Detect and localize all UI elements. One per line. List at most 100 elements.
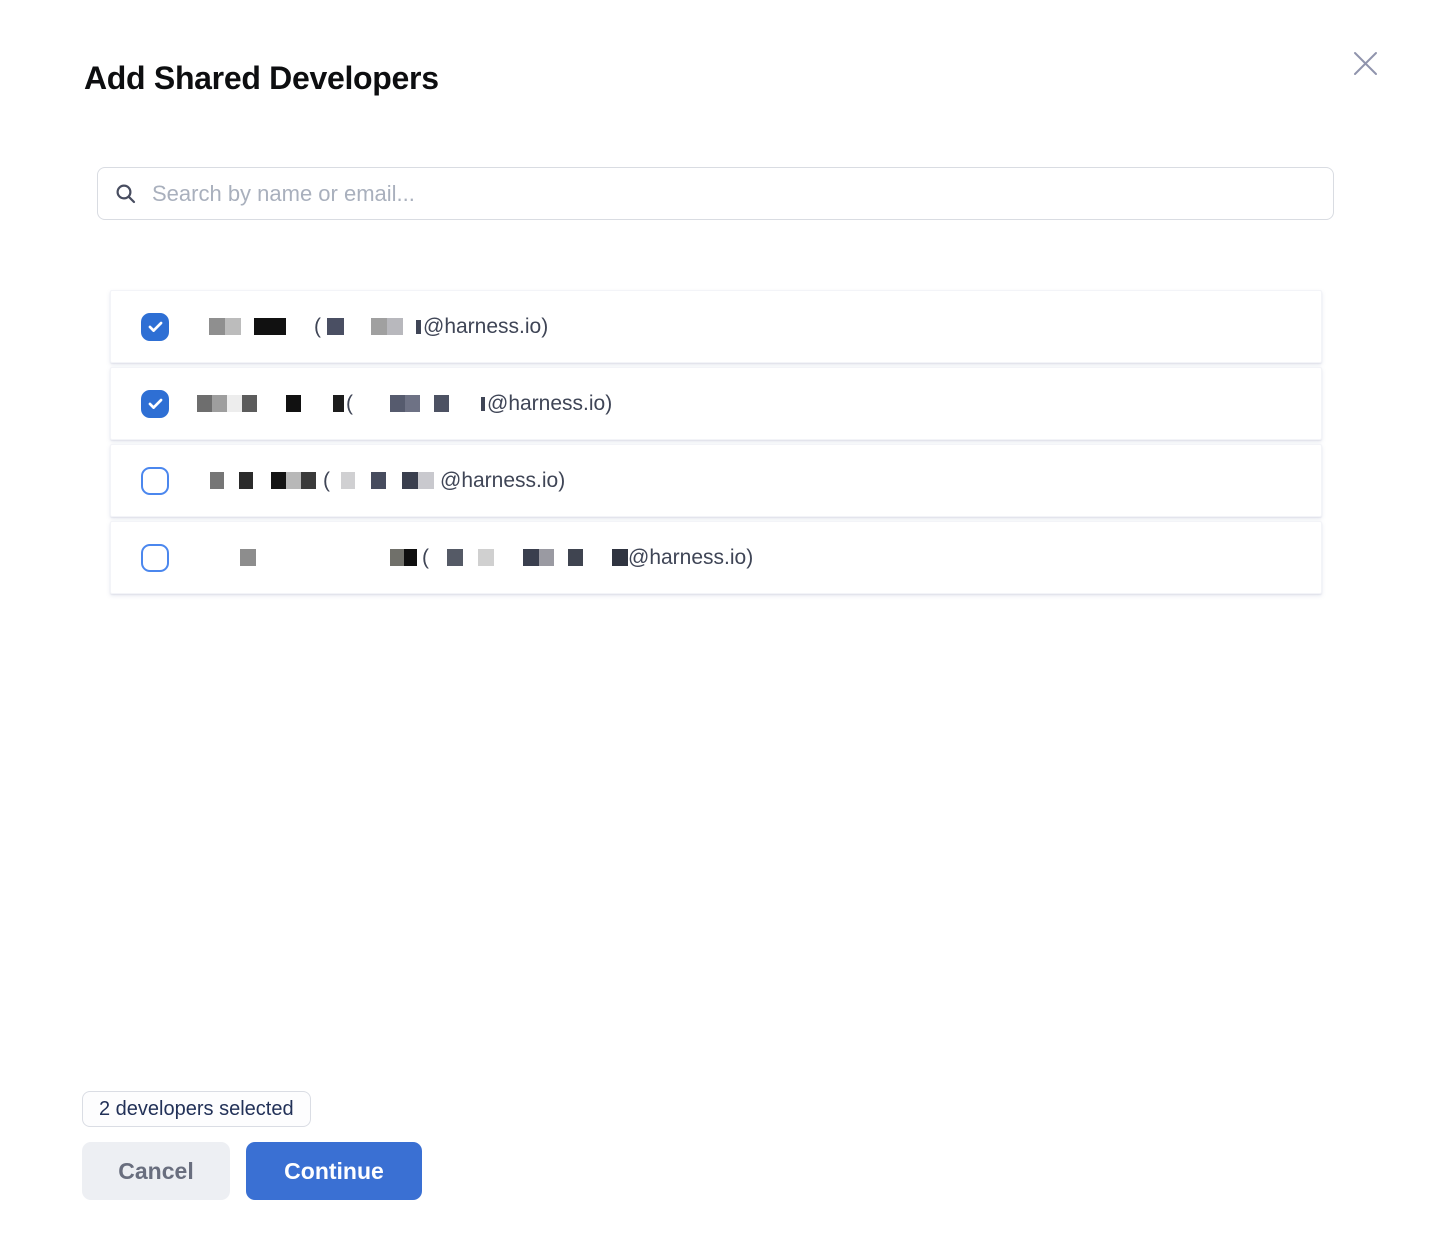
redacted-text-block [478, 549, 494, 566]
spacer [344, 326, 371, 327]
spacer [355, 480, 371, 481]
developer-row[interactable]: ( @harness.io) [110, 290, 1322, 363]
cancel-button[interactable]: Cancel [82, 1142, 230, 1200]
developer-label: ( @harness.io) [169, 522, 753, 593]
checkmark-icon [146, 317, 165, 336]
developer-label: ( @harness.io) [169, 291, 548, 362]
redacted-text-block [333, 395, 344, 412]
close-icon [1352, 50, 1379, 77]
redacted-text-block [210, 472, 224, 489]
redacted-text-block [612, 549, 628, 566]
redacted-pixel-segment [212, 395, 227, 412]
developer-checkbox-checked[interactable] [141, 390, 169, 418]
redacted-pixel-segment [612, 549, 628, 566]
redacted-text-block [286, 395, 301, 412]
close-button[interactable] [1346, 44, 1384, 82]
redacted-pixel-segment [341, 472, 355, 489]
spacer [241, 326, 254, 327]
redacted-pixel-segment [254, 318, 286, 335]
redacted-text-block [209, 318, 241, 335]
spacer [330, 480, 341, 481]
search-input[interactable] [152, 168, 1333, 219]
spacer [429, 557, 447, 558]
developer-label: (@harness.io) [169, 445, 565, 516]
redacted-pixel-segment [209, 318, 225, 335]
developer-label: ( @harness.io) [169, 368, 612, 439]
redacted-text-block [197, 395, 257, 412]
spacer [463, 557, 478, 558]
redacted-pixel-segment [568, 549, 583, 566]
developer-checkbox[interactable] [141, 544, 169, 572]
redacted-pixel-segment [390, 395, 405, 412]
redacted-text-block [254, 318, 286, 335]
redacted-pixel-segment [301, 472, 316, 489]
redacted-pixel-segment [210, 472, 224, 489]
redacted-pixel-segment [227, 395, 242, 412]
redacted-pixel-segment [405, 395, 420, 412]
spacer [420, 403, 434, 404]
redacted-pixel-segment [418, 472, 434, 489]
developer-email-text: ( [314, 315, 321, 339]
spacer [256, 557, 390, 558]
redacted-pixel-segment [240, 549, 256, 566]
redacted-text-block [434, 395, 449, 412]
developer-email-text: ( [422, 546, 429, 570]
developer-row[interactable]: (@harness.io) [110, 444, 1322, 517]
redacted-pixel-segment [286, 395, 301, 412]
spacer [316, 480, 323, 481]
developer-email-text: @harness.io) [628, 546, 753, 570]
spacer [169, 557, 240, 558]
continue-button[interactable]: Continue [246, 1142, 422, 1200]
redacted-text-block [271, 472, 316, 489]
redacted-pixel-segment [371, 318, 387, 335]
developer-row[interactable]: ( @harness.io) [110, 521, 1322, 594]
developer-email-text: @harness.io) [440, 469, 565, 493]
redacted-pixel-segment [447, 549, 463, 566]
redacted-text-block [341, 472, 355, 489]
spacer [169, 326, 209, 327]
redacted-text-block [402, 472, 434, 489]
spacer [494, 557, 523, 558]
spacer [301, 403, 333, 404]
selection-count-badge: 2 developers selected [82, 1091, 311, 1127]
redacted-pixel-segment [242, 395, 257, 412]
spacer [449, 403, 481, 404]
developer-email-text: ( [346, 392, 353, 416]
redacted-pixel-segment [402, 472, 418, 489]
developer-email-text: @harness.io) [423, 315, 548, 339]
developer-email-text: @harness.io) [487, 392, 612, 416]
developer-row[interactable]: ( @harness.io) [110, 367, 1322, 440]
spacer [253, 480, 271, 481]
redacted-text-block [371, 318, 403, 335]
redacted-text-block [371, 472, 386, 489]
page-title: Add Shared Developers [84, 60, 439, 97]
redacted-pixel-segment [404, 549, 418, 566]
redacted-pixel-segment [197, 395, 212, 412]
redacted-pixel-segment [390, 549, 404, 566]
search-box [97, 167, 1334, 220]
redacted-pixel-segment [286, 472, 301, 489]
spacer [224, 480, 239, 481]
spacer [583, 557, 612, 558]
spacer [554, 557, 568, 558]
add-shared-developers-modal: Add Shared Developers ( @harness.io) ( @har… [0, 0, 1430, 1252]
spacer [286, 326, 314, 327]
developer-list: (@harness.io)(@harness.io)(@harness.io)(… [110, 290, 1322, 594]
redacted-text-block [239, 472, 253, 489]
redacted-pixel-segment [434, 395, 449, 412]
spacer [169, 480, 210, 481]
checkmark-icon [146, 394, 165, 413]
redacted-pixel-segment [333, 395, 344, 412]
redacted-text-block [327, 318, 344, 335]
redacted-pixel-segment [271, 472, 286, 489]
redacted-pixel-segment [387, 318, 403, 335]
spacer [257, 403, 286, 404]
developer-checkbox[interactable] [141, 467, 169, 495]
redacted-text-block [523, 549, 554, 566]
search-icon [114, 182, 138, 206]
developer-checkbox-checked[interactable] [141, 313, 169, 341]
redacted-text-block [390, 549, 417, 566]
spacer [169, 403, 197, 404]
redacted-pixel-segment [523, 549, 539, 566]
redacted-text-block [390, 395, 420, 412]
